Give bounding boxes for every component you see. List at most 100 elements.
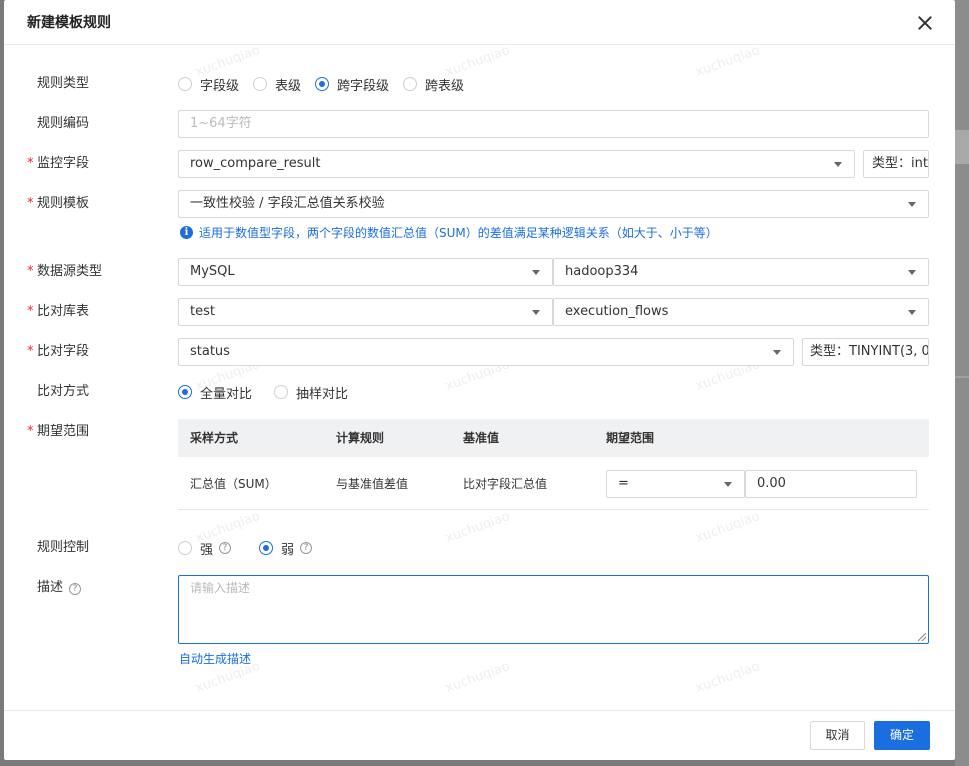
radio-circle-icon — [403, 77, 418, 91]
modal-footer: 取消 确定 — [4, 710, 955, 760]
radio-label: 字段级 — [200, 78, 240, 94]
rule-type-option-cross-table[interactable]: 跨表级 — [403, 75, 464, 94]
watermark: xuchuqiao — [693, 42, 762, 81]
rule-type-option-cross-field[interactable]: 跨字段级 — [315, 75, 389, 94]
auto-generate-description-link[interactable]: 自动生成描述 — [179, 650, 251, 667]
monitor-field-select[interactable]: row_compare_result — [178, 150, 855, 178]
table-cell: 比对字段汇总值 — [463, 477, 548, 491]
compare-mode-option-sample[interactable]: 抽样对比 — [274, 383, 348, 402]
new-template-rule-modal: xuchuqiao xuchuqiao xuchuqiao xuchuqiao … — [4, 0, 955, 760]
required-marker: * — [27, 264, 34, 279]
compare-mode-radio-group: 全量对比 抽样对比 — [178, 382, 362, 402]
label-text: 数据源类型 — [37, 264, 103, 279]
select-value: = — [618, 476, 629, 491]
textarea-placeholder: 请输入描述 — [190, 581, 251, 595]
expected-range-table: 采样方式 计算规则 基准值 期望范围 汇总值（SUM） 与基准值差值 比对字段汇… — [178, 419, 929, 510]
radio-checked-icon — [178, 385, 192, 399]
expected-value-input[interactable]: 0.00 — [745, 470, 917, 498]
rule-control-option-weak[interactable]: 弱 ? — [259, 539, 313, 558]
radio-label: 表级 — [275, 78, 302, 94]
label-text: 期望范围 — [37, 424, 90, 439]
compare-mode-label: 比对方式 — [37, 384, 90, 399]
rule-control-option-strong[interactable]: 强 ? — [178, 539, 232, 558]
compare-database-select[interactable]: test — [178, 298, 553, 326]
radio-circle-icon — [274, 385, 289, 399]
required-marker: * — [27, 344, 34, 359]
radio-label: 强 — [200, 542, 214, 558]
column-header: 基准值 — [463, 431, 500, 445]
select-value: row_compare_result — [190, 156, 321, 171]
chevron-down-icon — [908, 270, 916, 275]
compare-field-select[interactable]: status — [178, 338, 794, 366]
radio-circle-icon — [178, 77, 192, 91]
question-circle-icon[interactable]: ? — [300, 542, 313, 554]
column-header: 采样方式 — [190, 431, 239, 445]
close-icon[interactable] — [914, 12, 936, 34]
resize-handle-icon[interactable] — [918, 633, 926, 641]
label-text: 比对库表 — [37, 304, 90, 319]
rule-type-label: 规则类型 — [37, 76, 90, 91]
table-header: 采样方式 计算规则 基准值 期望范围 — [178, 419, 929, 457]
compare-field-type-tag: 类型：TINYINT(3, 0) — [802, 338, 929, 366]
info-text: 适用于数值型字段，两个字段的数值汇总值（SUM）的差值满足某种逻辑关系（如大于、… — [199, 226, 718, 240]
cancel-button[interactable]: 取消 — [810, 721, 865, 750]
rule-type-option-field[interactable]: 字段级 — [178, 75, 239, 94]
rule-template-select[interactable]: 一致性校验 / 字段汇总值关系校验 — [178, 190, 929, 218]
chevron-down-icon — [532, 310, 540, 315]
datasource-type-select[interactable]: MySQL — [178, 258, 553, 286]
label-text: 规则模板 — [37, 196, 90, 211]
chevron-down-icon — [773, 350, 781, 355]
compare-table-label: * 比对库表 — [27, 302, 90, 322]
rule-control-radio-group: 强 ? 弱 ? — [178, 538, 326, 558]
description-textarea[interactable]: 请输入描述 — [178, 575, 929, 644]
backdrop-band — [955, 376, 969, 378]
operator-select[interactable]: = — [606, 470, 745, 498]
select-value: execution_flows — [565, 304, 669, 319]
watermark: xuchuqiao — [443, 658, 512, 697]
rule-type-radio-group: 字段级 表级 跨字段级 跨表级 — [178, 74, 478, 94]
compare-mode-option-full[interactable]: 全量对比 — [178, 383, 252, 402]
column-header: 期望范围 — [606, 431, 655, 445]
rule-code-label: 规则编码 — [37, 116, 90, 131]
chevron-down-icon — [908, 202, 916, 207]
label-text: 比对字段 — [37, 344, 90, 359]
chevron-down-icon — [724, 482, 732, 487]
radio-circle-icon — [253, 77, 268, 91]
modal-title: 新建模板规则 — [27, 15, 111, 31]
datasource-select[interactable]: hadoop334 — [553, 258, 929, 286]
required-marker: * — [27, 304, 34, 319]
select-value: status — [190, 344, 230, 359]
select-value: MySQL — [190, 264, 235, 279]
required-marker: * — [27, 156, 34, 171]
label-text: 监控字段 — [37, 156, 90, 171]
page-backdrop — [955, 0, 969, 766]
backdrop-band — [955, 130, 969, 164]
monitor-field-label: * 监控字段 — [27, 154, 90, 174]
confirm-button[interactable]: 确定 — [874, 721, 930, 750]
chevron-down-icon — [834, 162, 842, 167]
watermark: xuchuqiao — [693, 508, 762, 547]
description-label: 描述? — [37, 578, 82, 598]
table-cell: 与基准值差值 — [336, 477, 409, 491]
compare-table-select[interactable]: execution_flows — [553, 298, 929, 326]
radio-label: 跨字段级 — [337, 78, 390, 94]
rule-control-label: 规则控制 — [37, 540, 90, 555]
rule-code-input[interactable]: 1~64字符 — [178, 110, 929, 138]
question-circle-icon[interactable]: ? — [69, 583, 82, 595]
monitor-field-type-tag: 类型：int — [863, 150, 929, 178]
info-icon: i — [180, 226, 193, 239]
select-value: hadoop334 — [565, 264, 639, 279]
required-marker: * — [27, 424, 34, 439]
table-cell: 汇总值（SUM） — [190, 477, 277, 491]
radio-label: 全量对比 — [200, 386, 253, 402]
watermark: xuchuqiao — [443, 508, 512, 547]
watermark: xuchuqiao — [693, 658, 762, 697]
label-text: 描述 — [37, 580, 64, 595]
question-circle-icon[interactable]: ? — [219, 542, 232, 554]
radio-circle-icon — [178, 541, 192, 555]
select-value: 一致性校验 / 字段汇总值关系校验 — [190, 196, 385, 211]
rule-type-option-table[interactable]: 表级 — [253, 75, 301, 94]
required-marker: * — [27, 196, 34, 211]
radio-label: 弱 — [281, 542, 295, 558]
modal-header: 新建模板规则 — [4, 0, 955, 45]
